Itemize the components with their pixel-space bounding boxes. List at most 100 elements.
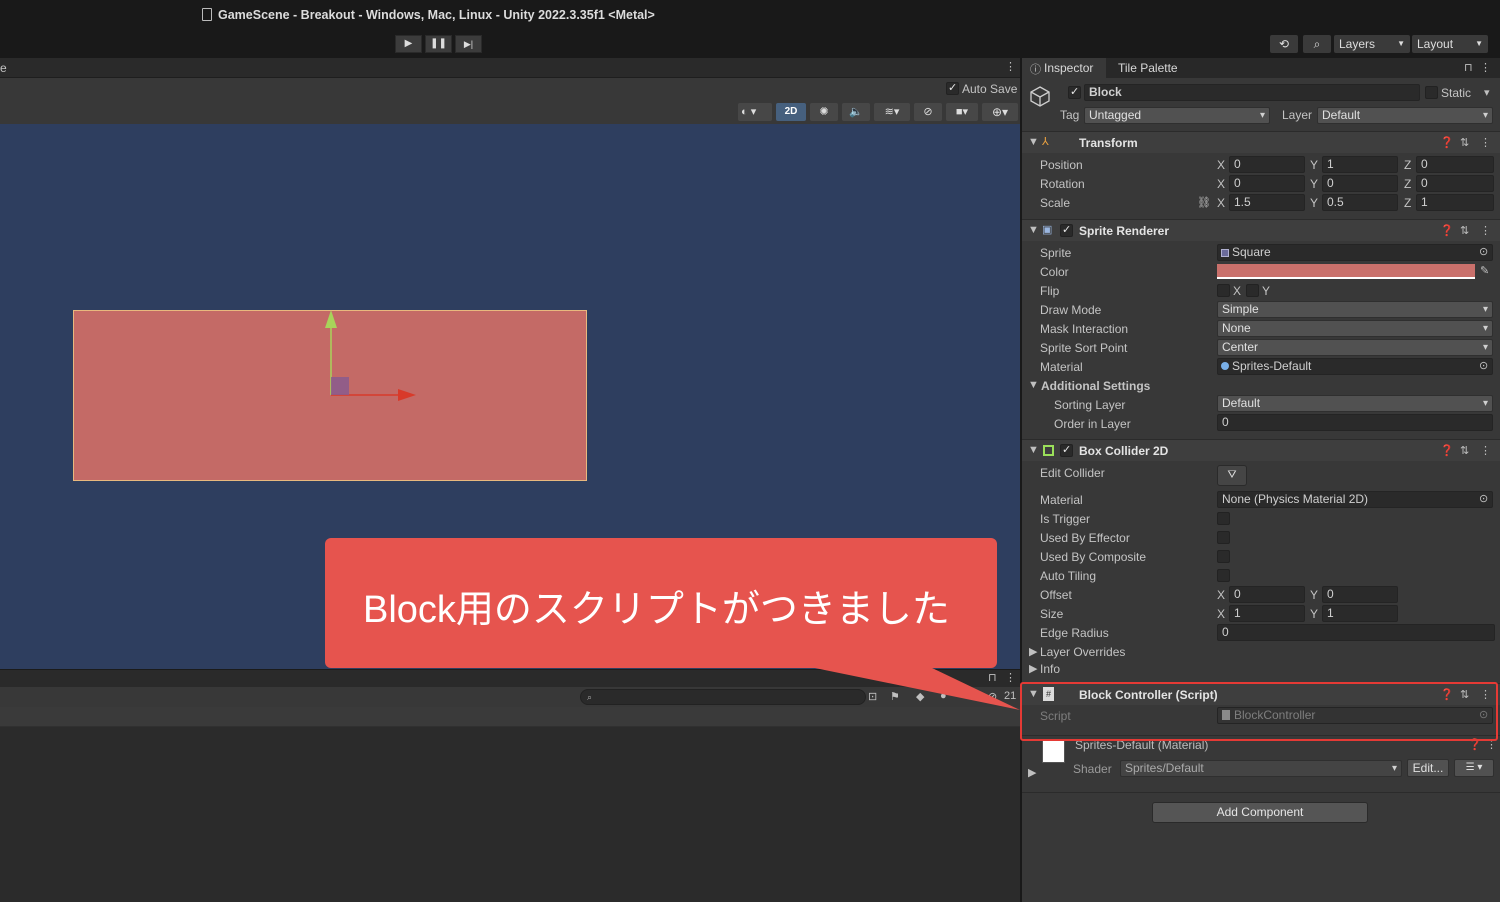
tab-tile-palette[interactable]: Tile Palette: [1118, 58, 1178, 78]
sprite-renderer-header[interactable]: ▼ ▣ Sprite Renderer ❓ ⇅ ⋮: [1022, 219, 1500, 241]
box-collider-enabled-checkbox[interactable]: [1060, 443, 1073, 457]
layers-dropdown[interactable]: Layers ▼: [1334, 35, 1410, 53]
preset-icon[interactable]: ⇅: [1460, 224, 1469, 237]
history-icon[interactable]: ⟲: [1270, 35, 1298, 53]
used-by-composite-checkbox[interactable]: [1217, 550, 1230, 563]
edit-collider-button[interactable]: ⛛: [1217, 465, 1247, 486]
layer-overrides-foldout[interactable]: Layer Overrides: [1040, 645, 1125, 659]
static-dropdown-arrow[interactable]: ▾: [1484, 86, 1490, 99]
more-options-icon[interactable]: ⋮: [1005, 60, 1016, 73]
lighting-icon[interactable]: ✺: [810, 103, 838, 121]
shader-options-dropdown[interactable]: ☰ ▾: [1454, 759, 1494, 777]
material-field[interactable]: Sprites-Default: [1217, 358, 1493, 375]
scale-y[interactable]: 0.5: [1322, 194, 1398, 211]
component-menu-icon[interactable]: ⋮: [1480, 444, 1491, 457]
shading-mode-icon[interactable]: ◐ ▾: [738, 103, 772, 121]
component-menu-icon[interactable]: ⋮: [1480, 224, 1491, 237]
foldout-arrow-icon[interactable]: ▶: [1028, 766, 1036, 779]
box-collider-title: Box Collider 2D: [1079, 444, 1169, 458]
component-menu-icon[interactable]: ⋮: [1480, 136, 1491, 149]
is-trigger-checkbox[interactable]: [1217, 512, 1230, 525]
sprite-field[interactable]: Square: [1217, 244, 1493, 261]
object-picker-icon[interactable]: ⊙: [1479, 245, 1488, 258]
layout-dropdown[interactable]: Layout ▼: [1412, 35, 1488, 53]
sprite-renderer-enabled-checkbox[interactable]: [1060, 223, 1073, 237]
edge-radius-field[interactable]: 0: [1217, 624, 1495, 641]
additional-settings-foldout[interactable]: Additional Settings: [1041, 379, 1150, 393]
transform-header[interactable]: ▼ ⅄ Transform ❓ ⇅ ⋮: [1022, 131, 1500, 153]
flip-x-checkbox[interactable]: [1217, 284, 1230, 297]
object-picker-icon[interactable]: ⊙: [1479, 359, 1488, 372]
camera-icon[interactable]: ■▾: [946, 103, 978, 121]
sorting-layer-dropdown[interactable]: Default: [1217, 395, 1493, 412]
rotation-z[interactable]: 0: [1416, 175, 1494, 192]
eyedropper-icon[interactable]: ✎: [1480, 264, 1489, 277]
play-button[interactable]: ▶: [395, 35, 422, 53]
help-icon[interactable]: ❓: [1440, 224, 1454, 237]
tab-inspector[interactable]: Inspector: [1044, 58, 1093, 78]
foldout-arrow-icon[interactable]: ▼: [1028, 444, 1039, 456]
search-icon[interactable]: ⌕: [1303, 35, 1331, 53]
preset-icon[interactable]: ⇅: [1460, 444, 1469, 457]
move-gizmo[interactable]: [300, 300, 430, 410]
auto-save-checkbox[interactable]: [946, 81, 959, 95]
add-component-button[interactable]: Add Component: [1152, 802, 1368, 823]
static-checkbox[interactable]: [1425, 86, 1438, 99]
collider-material-field[interactable]: None (Physics Material 2D): [1217, 491, 1493, 508]
mask-interaction-dropdown[interactable]: None: [1217, 320, 1493, 337]
active-checkbox[interactable]: [1068, 85, 1081, 99]
size-y[interactable]: 1: [1322, 605, 1398, 622]
position-x[interactable]: 0: [1229, 156, 1305, 173]
scale-z[interactable]: 1: [1416, 194, 1494, 211]
static-label: Static: [1441, 86, 1472, 100]
scene-tab[interactable]: e: [0, 61, 7, 75]
audio-icon[interactable]: 🔈: [842, 103, 870, 121]
size-x[interactable]: 1: [1229, 605, 1305, 622]
used-by-effector-checkbox[interactable]: [1217, 531, 1230, 544]
scale-x[interactable]: 1.5: [1229, 194, 1305, 211]
foldout-arrow-icon[interactable]: ▼: [1028, 136, 1039, 148]
flip-y-label: Y: [1262, 284, 1271, 298]
mode-2d-button[interactable]: 2D: [776, 103, 806, 121]
info-foldout[interactable]: Info: [1040, 662, 1060, 676]
help-icon[interactable]: ❓: [1440, 444, 1454, 457]
inspector-panel: ⓘ Inspector Tile Palette ⊓ ⋮ Block Stati…: [1022, 58, 1500, 902]
color-swatch[interactable]: [1217, 264, 1475, 279]
flip-y-checkbox[interactable]: [1246, 284, 1259, 297]
lock-icon[interactable]: ⊓: [1464, 61, 1473, 74]
draw-mode-dropdown[interactable]: Simple: [1217, 301, 1493, 318]
sprite-sort-point-dropdown[interactable]: Center: [1217, 339, 1493, 356]
foldout-arrow-icon[interactable]: ▶: [1029, 662, 1037, 675]
help-icon[interactable]: ❓: [1440, 136, 1454, 149]
hidden-objects-icon[interactable]: ⊘: [914, 103, 942, 121]
tag-label: Tag: [1060, 108, 1080, 122]
offset-y[interactable]: 0: [1322, 586, 1398, 603]
shader-edit-button[interactable]: Edit...: [1407, 759, 1449, 777]
auto-tiling-checkbox[interactable]: [1217, 569, 1230, 582]
position-z[interactable]: 0: [1416, 156, 1494, 173]
preset-icon[interactable]: ⇅: [1460, 136, 1469, 149]
rotation-y[interactable]: 0: [1322, 175, 1398, 192]
foldout-arrow-icon[interactable]: ▼: [1028, 224, 1039, 236]
foldout-arrow-icon[interactable]: ▼: [1028, 379, 1039, 391]
object-name-field[interactable]: Block: [1084, 84, 1420, 101]
step-button[interactable]: ▶|: [455, 35, 482, 53]
project-panel-body: [0, 727, 1020, 902]
object-picker-icon[interactable]: ⊙: [1479, 492, 1488, 505]
rotation-x[interactable]: 0: [1229, 175, 1305, 192]
effects-icon[interactable]: ≋▾: [874, 103, 910, 121]
is-trigger-label: Is Trigger: [1040, 512, 1091, 526]
layer-dropdown[interactable]: Default: [1317, 107, 1493, 124]
foldout-arrow-icon[interactable]: ▶: [1029, 645, 1037, 658]
box-collider-header[interactable]: ▼ Box Collider 2D ❓ ⇅ ⋮: [1022, 439, 1500, 461]
pause-button[interactable]: ❚❚: [425, 35, 452, 53]
position-y[interactable]: 1: [1322, 156, 1398, 173]
constrain-proportions-icon[interactable]: ⛓: [1197, 196, 1211, 209]
offset-x[interactable]: 0: [1229, 586, 1305, 603]
tag-dropdown[interactable]: Untagged: [1084, 107, 1270, 124]
box-collider-icon: [1043, 445, 1054, 456]
more-options-icon[interactable]: ⋮: [1480, 61, 1491, 74]
shader-dropdown[interactable]: Sprites/Default: [1120, 760, 1402, 777]
order-in-layer-field[interactable]: 0: [1217, 414, 1493, 431]
gizmos-icon[interactable]: ⊕▾: [982, 103, 1018, 121]
